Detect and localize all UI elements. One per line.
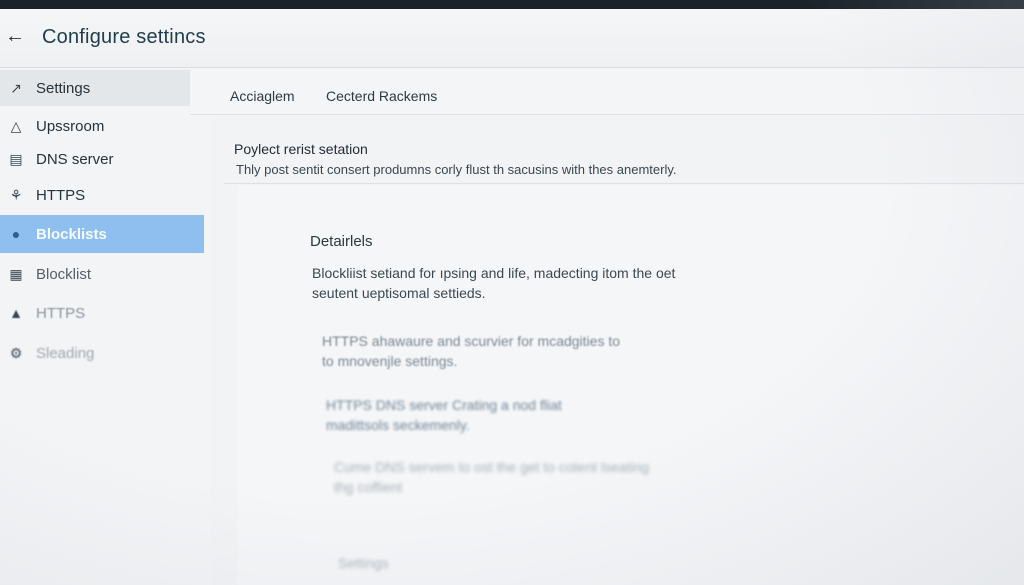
shield-icon: ⚘ [9, 186, 23, 203]
details-paragraph: Cume DNS servem to ost the get to cotent… [334, 457, 649, 497]
tab-cecterd-rackems[interactable]: Cecterd Rackems [326, 88, 437, 104]
page-header: ← Configure settincs [0, 9, 1024, 68]
sidebar-item-label: Settings [36, 79, 91, 97]
section-header: Poylect rerist setation Thly post sentit… [224, 129, 1024, 184]
sidebar: ↗ Settings △ Upssroom ▤ DNS server ⚘ HTT… [0, 68, 211, 585]
settings-icon: ⚙ [9, 344, 23, 361]
details-paragraph: HTTPS ahawaure and scurvier for mcadgiti… [322, 331, 620, 371]
paragraph-line: thg coffient [334, 479, 403, 495]
details-panel: Detairlels Blockliist setiand for ıpsing… [238, 185, 1024, 585]
sidebar-item-label: HTTPS [36, 304, 86, 322]
paragraph-line: Cume DNS servem to ost the get to cotent… [334, 459, 650, 475]
tab-bar: Acciaglem Cecterd Rackems [190, 68, 1024, 115]
paragraph-line: madittsols seckemenly. [326, 417, 470, 433]
section-title: Poylect rerist setation [234, 141, 368, 157]
sidebar-item-sleading[interactable]: ⚙ Sleading [0, 335, 200, 371]
details-paragraph: Blockliist setiand for ıpsing and life, … [312, 263, 675, 303]
arrow-left-icon: ← [5, 25, 25, 47]
sidebar-item-label: HTTPS [36, 186, 86, 204]
screen-bezel [0, 0, 1024, 9]
info-icon: ● [11, 226, 21, 242]
sidebar-item-blocklist[interactable]: ▦ Blocklist [0, 256, 200, 292]
back-button[interactable]: ← [4, 25, 26, 49]
sidebar-item-https-2[interactable]: ▲ HTTPS [0, 295, 200, 331]
sidebar-item-label: Upssroom [36, 117, 105, 135]
sidebar-item-label: DNS server [36, 150, 114, 168]
sidebar-item-blocklists[interactable]: ● Blocklists [0, 215, 204, 253]
paragraph-line: seutent ueptisomal settieds. [312, 285, 486, 301]
page-title: Configure settincs [42, 26, 206, 48]
tab-acciaglem[interactable]: Acciaglem [230, 88, 295, 104]
server-icon: ▤ [9, 150, 23, 167]
lock-icon: ▲ [9, 305, 23, 321]
paragraph-line: HTTPS DNS server Crating a nod fliat [326, 397, 562, 413]
settings-button[interactable]: Settings [338, 555, 389, 571]
sidebar-item-label: Blocklist [36, 265, 92, 283]
paragraph-line: HTTPS ahawaure and scurvier for mcadgiti… [322, 333, 621, 349]
details-title: Detairlels [310, 233, 373, 250]
sidebar-item-label: Sleading [36, 344, 95, 362]
sidebar-item-settings[interactable]: ↗ Settings [0, 70, 190, 106]
sidebar-item-dns-server[interactable]: ▤ DNS server [0, 141, 200, 177]
chevron-icon: ↗ [10, 79, 22, 96]
paragraph-line: Blockliist setiand for ıpsing and life, … [312, 265, 676, 281]
main-content: Poylect rerist setation Thly post sentit… [210, 115, 1024, 585]
sidebar-item-label: Blocklists [36, 225, 107, 243]
paragraph-line: to mnovenjle settings. [322, 353, 458, 369]
details-paragraph: HTTPS DNS server Crating a nod fliat mad… [326, 395, 562, 435]
sidebar-item-https[interactable]: ⚘ HTTPS [0, 177, 200, 213]
sidebar-item-upssroom[interactable]: △ Upssroom [0, 108, 200, 144]
warning-icon: △ [10, 117, 22, 134]
list-icon: ▦ [9, 265, 23, 282]
section-description: Thly post sentit consert produmns corly … [236, 162, 677, 177]
